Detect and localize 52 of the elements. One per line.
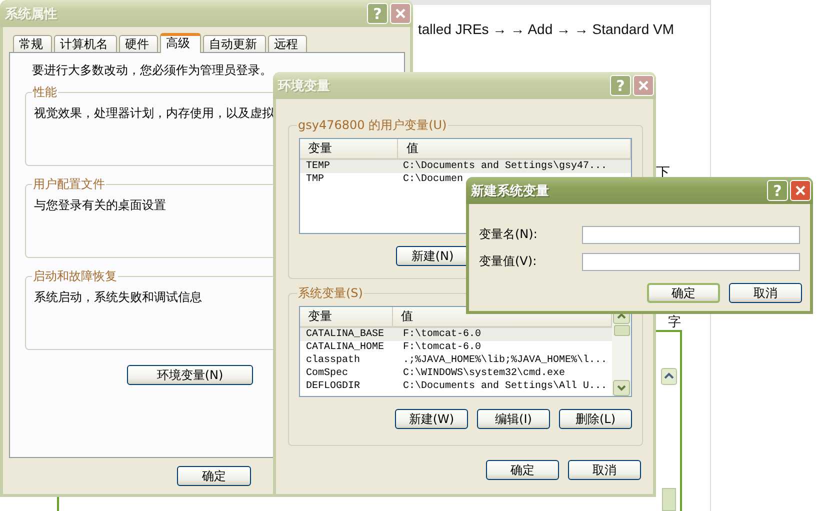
variable-value: .;%JAVA_HOME%\lib;%JAVA_HOME%\l... — [402, 354, 608, 367]
variable-value: F:\tomcat-6.0 — [402, 341, 482, 354]
close-icon[interactable] — [638, 80, 649, 91]
variable-value: C:\Documents and Settings\All U... — [402, 380, 608, 393]
group-title: 用户配置文件 — [32, 176, 106, 193]
group-title: 启动和故障恢复 — [32, 268, 118, 285]
window-title: 环境变量 — [278, 78, 331, 94]
close-icon[interactable] — [795, 185, 806, 196]
variable-value: C:\WINDOWS\system32\cmd.exe — [402, 367, 566, 380]
column-header[interactable]: 值 — [398, 139, 631, 158]
list-row[interactable]: CATALINA_HOME F:\tomcat-6.0 — [300, 341, 612, 354]
group-title: gsy476800 的用户变量(U) — [297, 117, 448, 134]
variable-name: CATALINA_BASE — [305, 328, 386, 341]
group-description: 系统启动，系统失败和调试信息 — [33, 289, 202, 306]
scroll-up-icon[interactable] — [661, 368, 677, 385]
variable-name: TMP — [305, 173, 326, 186]
window-title: 新建系统变量 — [471, 182, 550, 200]
list-row[interactable]: TEMP C:\Documents and Settings\gsy47... — [300, 160, 631, 173]
list-row[interactable]: classpath .;%JAVA_HOME%\lib;%JAVA_HOME%\l... — [300, 354, 612, 367]
input-field[interactable] — [582, 226, 800, 244]
notice-text: 要进行大多数改动，您必须作为管理员登录。 — [31, 62, 273, 79]
list-row[interactable]: DEFLOGDIR C:\Documents and Settings\All U... — [300, 380, 612, 393]
group-description: 视觉效果，处理器计划，内存使用，以及虚拟 — [33, 105, 274, 122]
column-header[interactable]: 变量 — [300, 307, 393, 326]
page-text: 字 — [668, 314, 681, 331]
variable-value: F:\tomcat-6.0 — [402, 328, 482, 341]
close-button[interactable] — [790, 180, 811, 201]
variable-name: DEFLOGDIR — [305, 380, 362, 393]
list-row[interactable]: ComSpec C:\WINDOWS\system32\cmd.exe — [300, 367, 612, 380]
close-icon[interactable] — [395, 8, 406, 19]
variable-name: TEMP — [305, 160, 332, 173]
column-header[interactable]: 变量 — [300, 139, 398, 158]
input-field[interactable] — [582, 252, 800, 270]
page-text: talled JREs → → Add → → Standard VM — [418, 21, 674, 37]
variable-name: ComSpec — [305, 367, 350, 380]
scroll-down-icon[interactable] — [613, 380, 630, 396]
group-title: 系统变量(S) — [297, 285, 364, 302]
group-title: 性能 — [32, 84, 58, 101]
scrollbar-thumb[interactable] — [662, 488, 676, 511]
variable-value: C:\Documents and Settings\gsy47... — [402, 160, 608, 173]
variable-name: classpath — [305, 354, 362, 367]
button[interactable]: 取消 — [729, 283, 802, 303]
scrollbar-thumb[interactable] — [614, 325, 630, 336]
field-label: 变量名(N): — [479, 226, 538, 243]
window-title: 系统属性 — [5, 6, 58, 22]
button[interactable]: 确定 — [647, 283, 720, 303]
variable-name: CATALINA_HOME — [305, 341, 386, 354]
field-label: 变量值(V): — [479, 253, 538, 270]
list-row[interactable]: CATALINA_BASE F:\tomcat-6.0 — [300, 328, 612, 341]
page-text: 下 — [656, 164, 670, 182]
variable-value: C:\Documen — [402, 173, 464, 186]
group-description: 与您登录有关的桌面设置 — [33, 197, 166, 214]
